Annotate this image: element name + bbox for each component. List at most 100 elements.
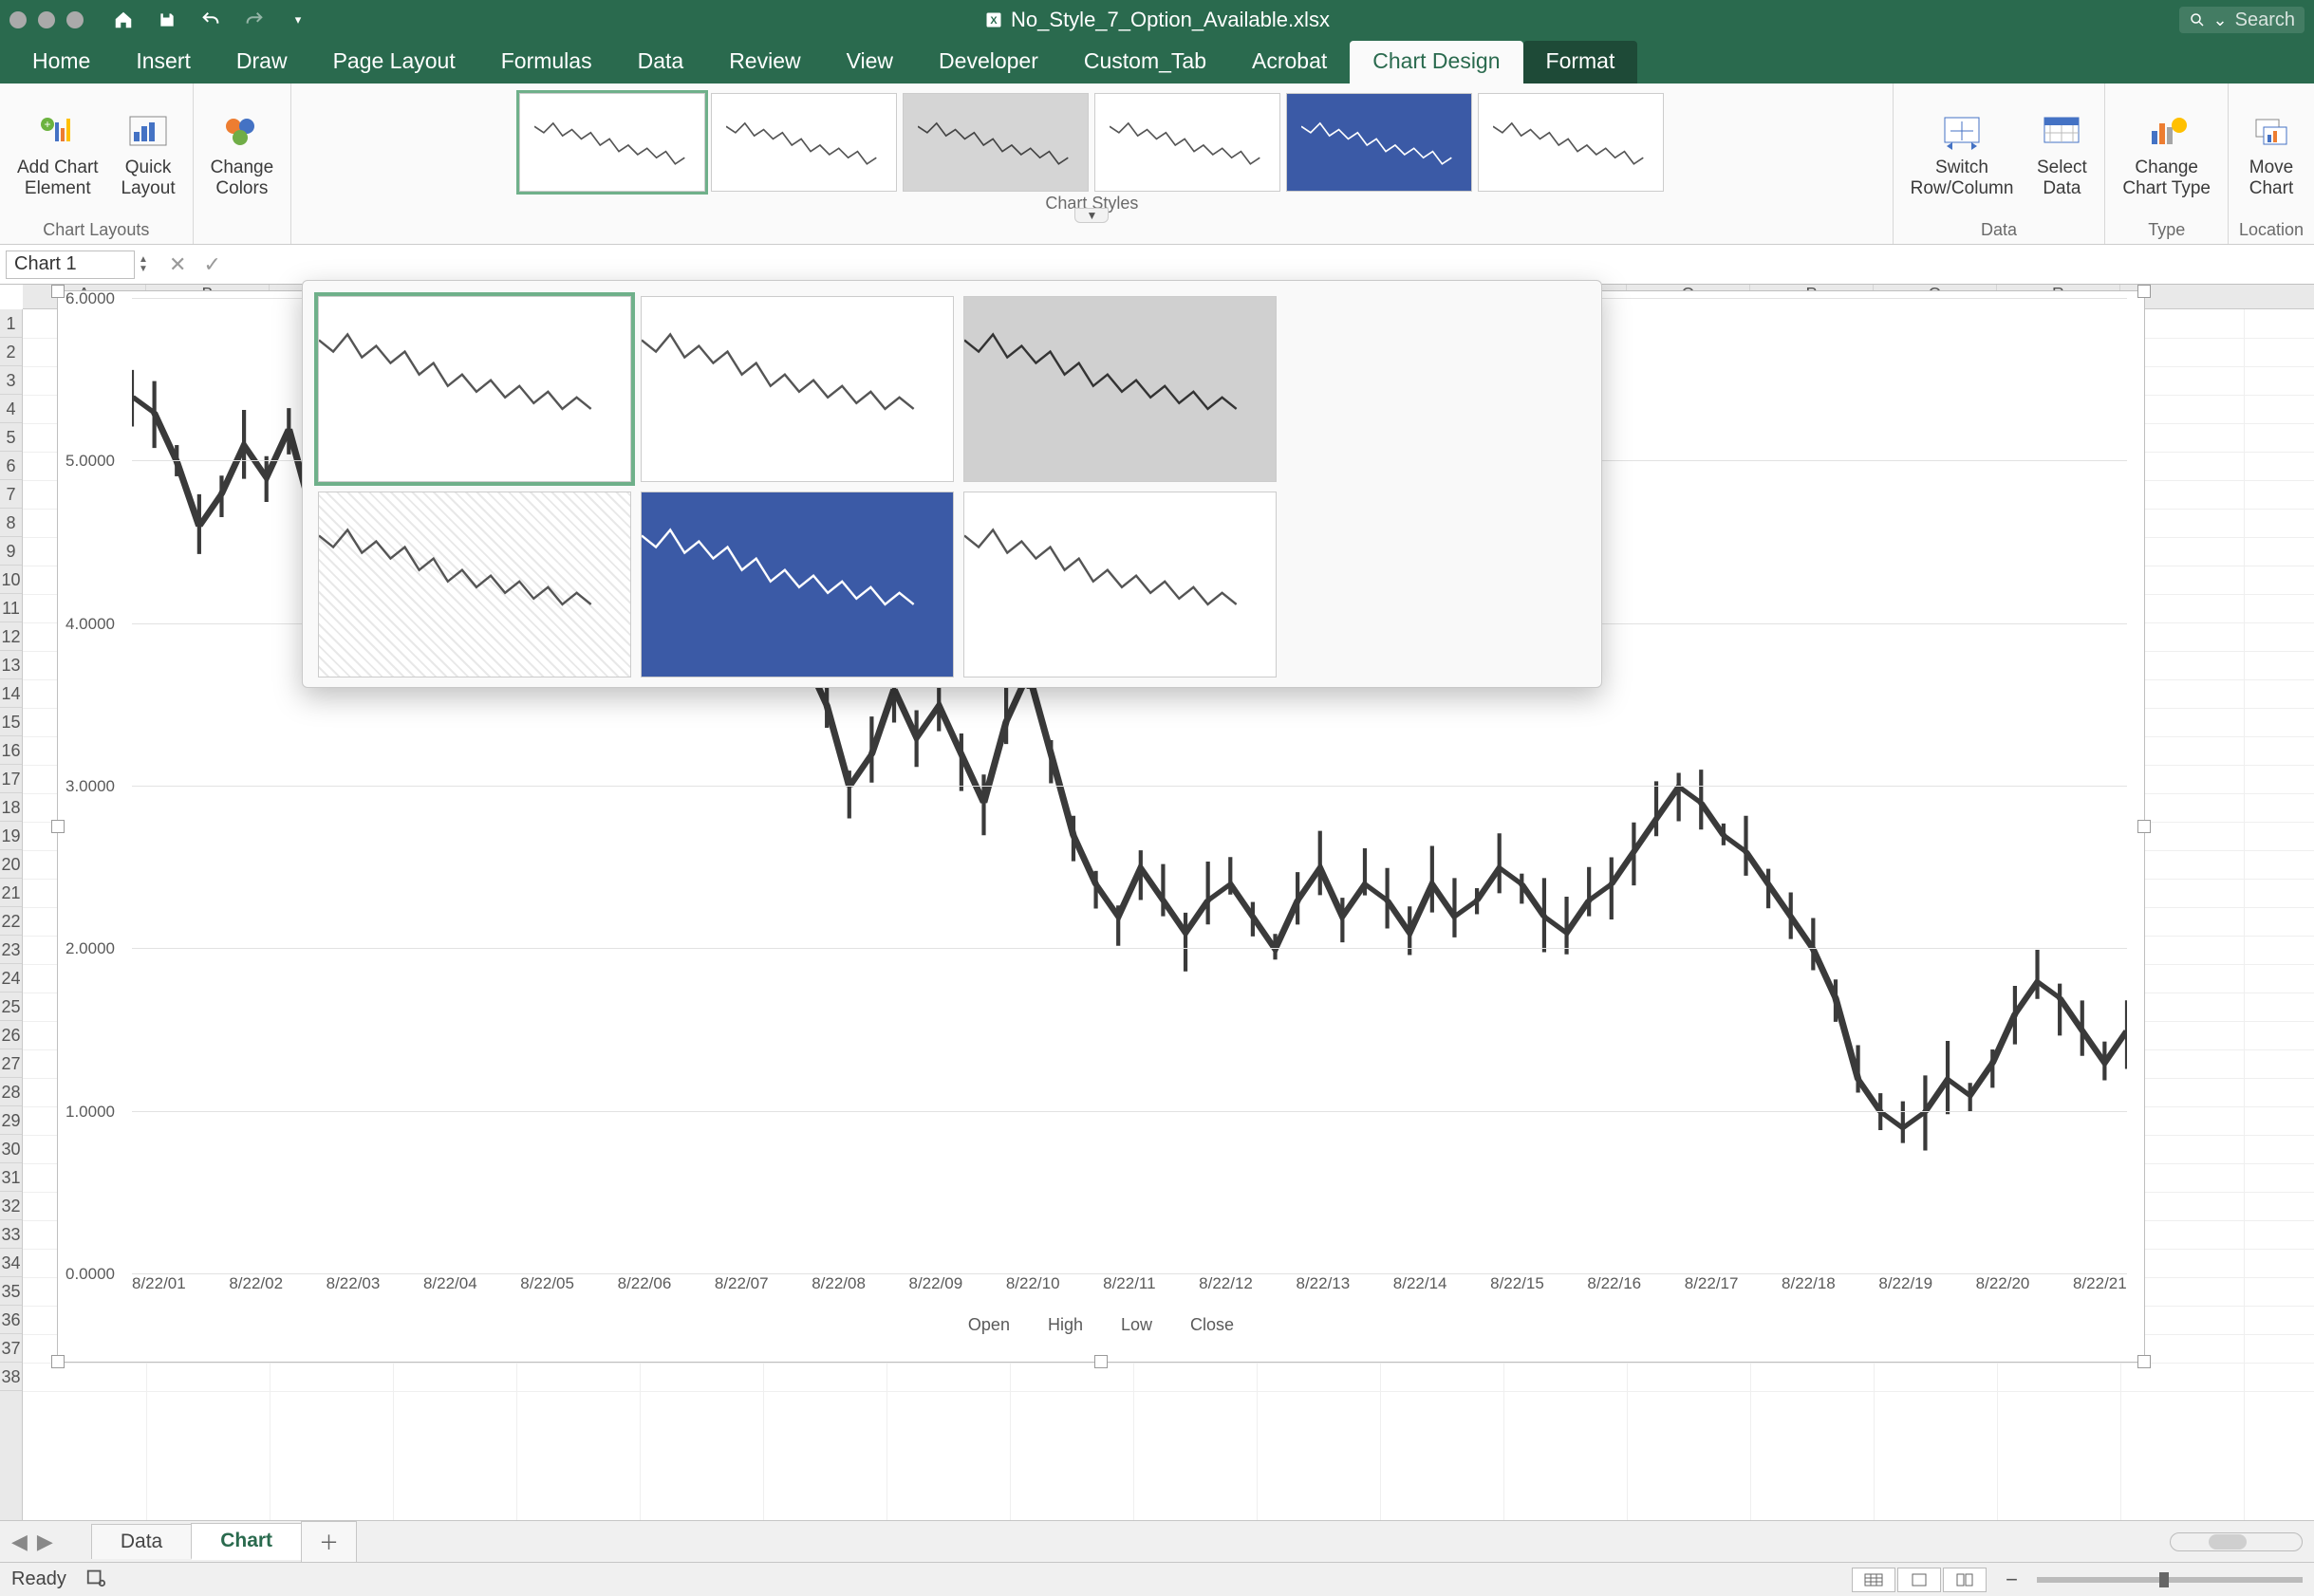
resize-handle-se[interactable] xyxy=(2137,1355,2151,1368)
row-header[interactable]: 12 xyxy=(0,622,22,651)
row-header[interactable]: 35 xyxy=(0,1277,22,1306)
minimize-window-icon[interactable] xyxy=(38,11,55,28)
window-controls[interactable] xyxy=(9,11,84,28)
gallery-style-5[interactable] xyxy=(641,492,954,677)
change-chart-type-button[interactable]: Change Chart Type xyxy=(2115,106,2218,203)
gallery-style-6[interactable] xyxy=(963,492,1277,677)
save-icon[interactable] xyxy=(156,9,178,31)
sheet-nav-next-icon[interactable]: ▶ xyxy=(37,1530,53,1554)
row-header[interactable]: 21 xyxy=(0,879,22,907)
resize-handle-w[interactable] xyxy=(51,820,65,833)
quick-layout-button[interactable]: Quick Layout xyxy=(114,106,183,203)
add-chart-element-button[interactable]: + Add Chart Element xyxy=(9,106,106,203)
row-header[interactable]: 8 xyxy=(0,509,22,537)
gallery-style-2[interactable] xyxy=(641,296,954,482)
gallery-style-3[interactable] xyxy=(963,296,1277,482)
row-headers[interactable]: 1234567891011121314151617181920212223242… xyxy=(0,309,23,1520)
zoom-window-icon[interactable] xyxy=(66,11,84,28)
chart-styles-gallery[interactable] xyxy=(302,280,1602,688)
resize-handle-sw[interactable] xyxy=(51,1355,65,1368)
switch-row-column-button[interactable]: Switch Row/Column xyxy=(1903,106,2022,203)
tab-format[interactable]: Format xyxy=(1523,41,1638,84)
row-header[interactable]: 17 xyxy=(0,765,22,793)
search-dropdown-icon[interactable]: ⌄ xyxy=(2213,10,2228,30)
row-header[interactable]: 9 xyxy=(0,537,22,566)
resize-handle-nw[interactable] xyxy=(51,285,65,298)
undo-icon[interactable] xyxy=(199,9,222,31)
tab-home[interactable]: Home xyxy=(9,41,113,84)
name-box-stepper[interactable]: ▲▼ xyxy=(139,255,156,274)
tab-page-layout[interactable]: Page Layout xyxy=(310,41,478,84)
row-header[interactable]: 38 xyxy=(0,1363,22,1391)
sheet-nav-prev-icon[interactable]: ◀ xyxy=(11,1530,28,1554)
row-header[interactable]: 14 xyxy=(0,679,22,708)
chart-style-5[interactable] xyxy=(1286,93,1472,192)
change-colors-button[interactable]: Change Colors xyxy=(203,106,282,203)
tab-data[interactable]: Data xyxy=(615,41,707,84)
gallery-style-4[interactable] xyxy=(318,492,631,677)
tab-review[interactable]: Review xyxy=(706,41,823,84)
zoom-out-icon[interactable]: − xyxy=(2006,1568,2018,1592)
horizontal-scroll[interactable] xyxy=(2170,1532,2303,1551)
row-header[interactable]: 29 xyxy=(0,1106,22,1135)
row-header[interactable]: 28 xyxy=(0,1078,22,1106)
row-header[interactable]: 3 xyxy=(0,366,22,395)
tab-formulas[interactable]: Formulas xyxy=(478,41,615,84)
row-header[interactable]: 18 xyxy=(0,793,22,822)
tab-acrobat[interactable]: Acrobat xyxy=(1229,41,1350,84)
sheet-tab-data[interactable]: Data xyxy=(91,1524,192,1559)
tab-chart-design[interactable]: Chart Design xyxy=(1350,41,1522,84)
row-header[interactable]: 1 xyxy=(0,309,22,338)
row-header[interactable]: 16 xyxy=(0,736,22,765)
macro-record-icon[interactable] xyxy=(85,1567,106,1593)
zoom-slider[interactable] xyxy=(2037,1577,2303,1583)
row-header[interactable]: 4 xyxy=(0,395,22,423)
chart-styles-expand-button[interactable]: ▼ xyxy=(1074,208,1109,223)
customize-qat-icon[interactable]: ▾ xyxy=(287,9,309,31)
row-header[interactable]: 32 xyxy=(0,1192,22,1220)
row-header[interactable]: 26 xyxy=(0,1021,22,1049)
view-page-layout-button[interactable] xyxy=(1897,1568,1941,1592)
row-header[interactable]: 31 xyxy=(0,1163,22,1192)
redo-icon[interactable] xyxy=(243,9,266,31)
tab-draw[interactable]: Draw xyxy=(214,41,310,84)
row-header[interactable]: 23 xyxy=(0,936,22,964)
row-header[interactable]: 5 xyxy=(0,423,22,452)
row-header[interactable]: 13 xyxy=(0,651,22,679)
tab-insert[interactable]: Insert xyxy=(113,41,214,84)
select-data-button[interactable]: Select Data xyxy=(2028,106,2095,203)
resize-handle-ne[interactable] xyxy=(2137,285,2151,298)
row-header[interactable]: 2 xyxy=(0,338,22,366)
row-header[interactable]: 30 xyxy=(0,1135,22,1163)
row-header[interactable]: 11 xyxy=(0,594,22,622)
resize-handle-s[interactable] xyxy=(1094,1355,1108,1368)
chart-style-1[interactable] xyxy=(519,93,705,192)
chart-style-6[interactable] xyxy=(1478,93,1664,192)
tab-custom[interactable]: Custom_Tab xyxy=(1061,41,1229,84)
name-box[interactable]: Chart 1 xyxy=(6,251,135,279)
close-window-icon[interactable] xyxy=(9,11,27,28)
search-box[interactable]: ⌄ Search xyxy=(2179,7,2305,33)
chart-style-3[interactable] xyxy=(903,93,1089,192)
row-header[interactable]: 27 xyxy=(0,1049,22,1078)
row-header[interactable]: 15 xyxy=(0,708,22,736)
row-header[interactable]: 25 xyxy=(0,993,22,1021)
sheet-tab-add[interactable]: ＋ xyxy=(301,1521,357,1562)
row-header[interactable]: 19 xyxy=(0,822,22,850)
row-header[interactable]: 36 xyxy=(0,1306,22,1334)
row-header[interactable]: 34 xyxy=(0,1249,22,1277)
row-header[interactable]: 7 xyxy=(0,480,22,509)
row-header[interactable]: 24 xyxy=(0,964,22,993)
enter-formula-icon[interactable]: ✓ xyxy=(203,252,220,277)
move-chart-button[interactable]: Move Chart xyxy=(2238,106,2305,203)
home-icon[interactable] xyxy=(112,9,135,31)
tab-developer[interactable]: Developer xyxy=(916,41,1061,84)
chart-style-2[interactable] xyxy=(711,93,897,192)
row-header[interactable]: 22 xyxy=(0,907,22,936)
row-header[interactable]: 6 xyxy=(0,452,22,480)
row-header[interactable]: 10 xyxy=(0,566,22,594)
cancel-formula-icon[interactable]: ✕ xyxy=(169,252,186,277)
sheet-tab-chart[interactable]: Chart xyxy=(191,1523,302,1560)
view-page-break-button[interactable] xyxy=(1943,1568,1987,1592)
row-header[interactable]: 33 xyxy=(0,1220,22,1249)
